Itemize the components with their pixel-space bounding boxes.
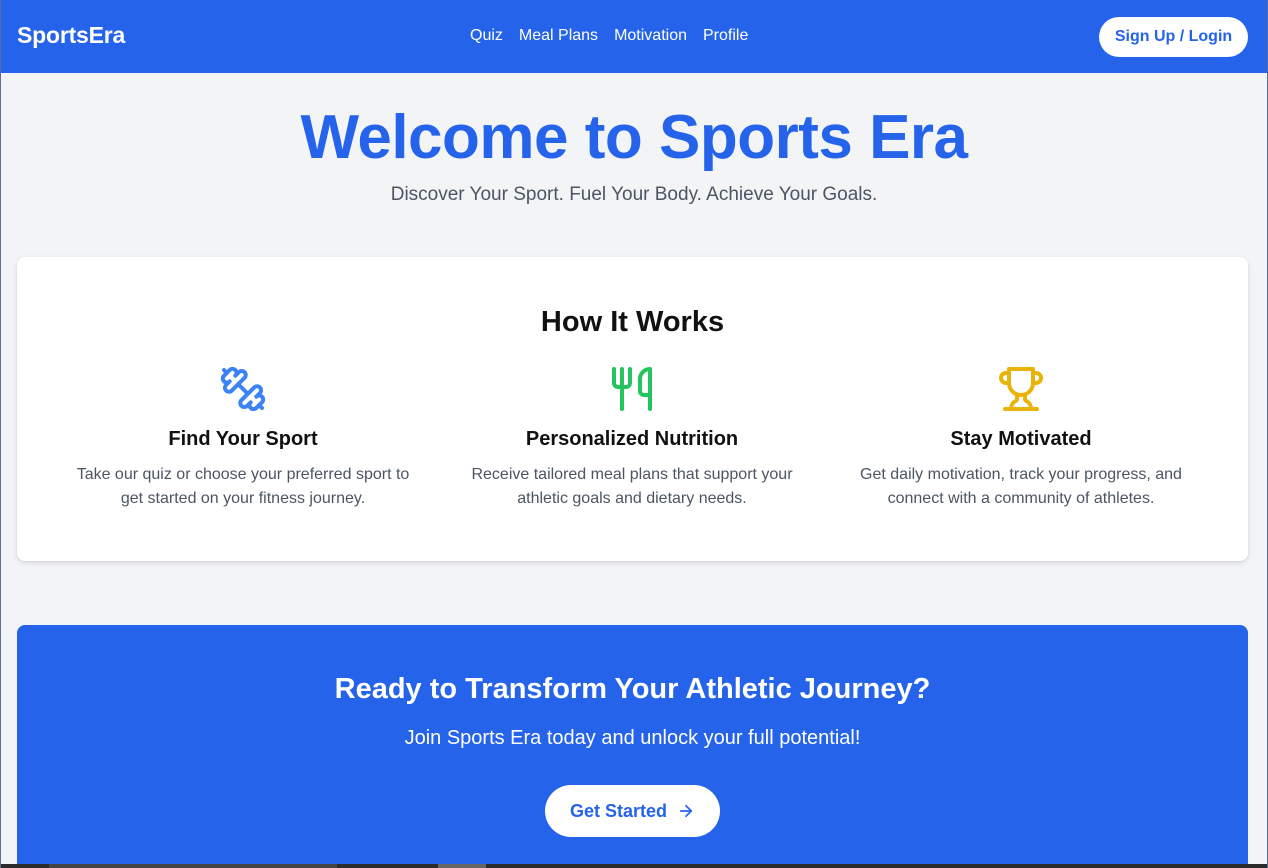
hero-subtitle: Discover Your Sport. Fuel Your Body. Ach… bbox=[390, 184, 878, 205]
arrow-right-icon bbox=[679, 804, 693, 818]
feature-description: Receive tailored meal plans that support… bbox=[471, 466, 793, 507]
navbar: SportsEra Quiz Meal Plans Motivation Pro… bbox=[1, 0, 1267, 73]
nav-link-motivation[interactable]: Motivation bbox=[614, 27, 687, 45]
feature-personalized-nutrition: Personalized Nutrition Receive tailored … bbox=[447, 365, 817, 511]
feature-title: Find Your Sport bbox=[168, 428, 318, 450]
app-window: SportsEra Quiz Meal Plans Motivation Pro… bbox=[0, 0, 1268, 868]
feature-find-your-sport: Find Your Sport Take our quiz or choose … bbox=[58, 365, 428, 511]
feature-description: Get daily motivation, track your progres… bbox=[860, 466, 1182, 507]
brand-logo[interactable]: SportsEra bbox=[17, 22, 125, 49]
nav-link-profile[interactable]: Profile bbox=[703, 27, 748, 45]
trophy-icon bbox=[999, 367, 1043, 411]
hero-title: Welcome to Sports Era bbox=[300, 103, 968, 172]
how-it-works-card: How It Works Find Your Sport Take our qu… bbox=[17, 257, 1248, 561]
nav-link-meal-plans[interactable]: Meal Plans bbox=[519, 27, 598, 45]
nav-links: Quiz Meal Plans Motivation Profile bbox=[470, 27, 748, 45]
taskbar-strip bbox=[1, 864, 1267, 868]
feature-title: Personalized Nutrition bbox=[525, 428, 739, 450]
taskbar-segment bbox=[49, 864, 337, 868]
cta-subtitle: Join Sports Era today and unlock your fu… bbox=[404, 727, 861, 749]
how-it-works-title: How It Works bbox=[540, 306, 725, 338]
cta-title: Ready to Transform Your Athletic Journey… bbox=[334, 673, 931, 705]
get-started-button[interactable]: Get Started bbox=[545, 785, 720, 837]
dumbbell-icon bbox=[220, 366, 266, 412]
get-started-label: Get Started bbox=[569, 800, 668, 821]
signup-login-button[interactable]: Sign Up / Login bbox=[1099, 17, 1248, 57]
taskbar-segment bbox=[438, 864, 486, 868]
nav-link-quiz[interactable]: Quiz bbox=[470, 27, 503, 45]
cta-section: Ready to Transform Your Athletic Journey… bbox=[17, 625, 1248, 868]
feature-stay-motivated: Stay Motivated Get daily motivation, tra… bbox=[836, 365, 1206, 511]
utensils-icon bbox=[612, 367, 652, 411]
feature-description: Take our quiz or choose your preferred s… bbox=[76, 466, 410, 507]
feature-title: Stay Motivated bbox=[950, 428, 1092, 450]
